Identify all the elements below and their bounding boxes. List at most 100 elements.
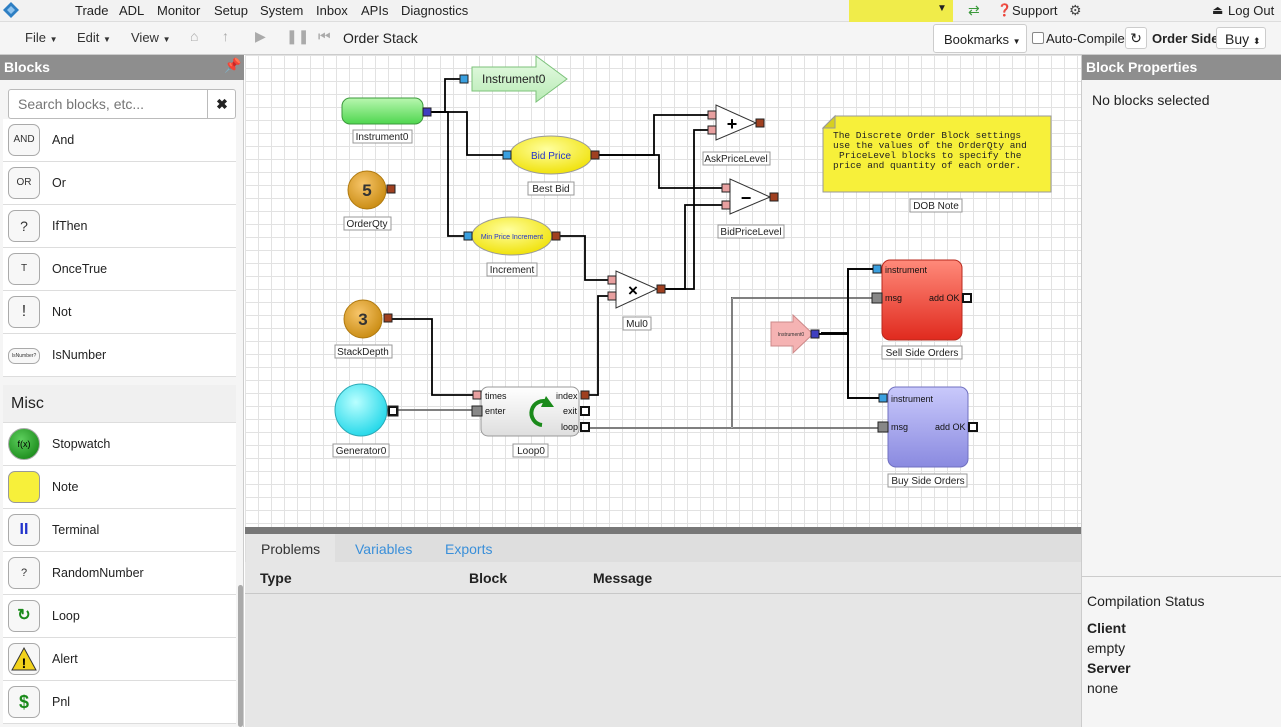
nav-monitor[interactable]: Monitor [157, 3, 200, 18]
output-port[interactable] [590, 150, 600, 160]
increment-block[interactable]: Min Price Increment Increment [463, 216, 561, 277]
palette-item-and[interactable]: AND And [3, 119, 236, 162]
column-type[interactable]: Type [260, 570, 292, 586]
orderqty-block[interactable]: 5 OrderQty [343, 170, 396, 231]
input-port[interactable] [502, 150, 512, 160]
wire [819, 333, 879, 399]
bookmarks-button[interactable]: Bookmarks ▼ [933, 24, 1027, 53]
input-port[interactable] [721, 183, 731, 193]
nav-inbox[interactable]: Inbox [316, 3, 348, 18]
auto-compile-checkbox[interactable] [1032, 32, 1044, 44]
output-port-center [390, 408, 396, 414]
output-port[interactable] [755, 118, 765, 128]
nav-setup[interactable]: Setup [214, 3, 248, 18]
instrument0-pink-block[interactable]: Instrument0 [770, 313, 820, 355]
palette-item-ifthen[interactable]: ? IfThen [3, 205, 236, 248]
misc-section-header[interactable]: Misc [3, 385, 236, 423]
input-port[interactable] [707, 125, 717, 135]
loop0-block[interactable]: times enter index exit loop Loop0 [471, 386, 590, 458]
input-port[interactable] [607, 275, 617, 285]
palette-scrollbar[interactable] [238, 585, 243, 727]
input-port[interactable] [707, 110, 717, 120]
view-menu[interactable]: View ▼ [131, 30, 171, 45]
output-port[interactable] [551, 231, 561, 241]
output-port[interactable] [422, 107, 432, 117]
search-input[interactable] [9, 90, 205, 118]
plus-icon: + [727, 114, 738, 134]
tab-exports[interactable]: Exports [430, 534, 507, 562]
support-link[interactable]: Support [1012, 3, 1058, 18]
sell-side-orders-block[interactable]: instrument msg add OK Sell Side Orders [871, 259, 972, 360]
generator0-block[interactable]: Generator0 [332, 383, 399, 458]
stackdepth-block[interactable]: 3 StackDepth [334, 299, 393, 359]
file-menu[interactable]: File ▼ [25, 30, 58, 45]
output-port[interactable] [769, 192, 779, 202]
ask-price-level-block[interactable]: + AskPriceLevel [702, 104, 771, 166]
panel-splitter[interactable] [245, 527, 1081, 534]
pause-icon[interactable]: ❚❚ [286, 28, 309, 45]
input-port[interactable] [721, 200, 731, 210]
palette-item-note[interactable]: Note [3, 466, 236, 509]
home-icon[interactable]: ⌂ [190, 28, 198, 44]
palette-item-loop[interactable]: ↻ Loop [3, 595, 236, 638]
msg-port[interactable] [871, 292, 883, 304]
palette-item-or[interactable]: OR Or [3, 162, 236, 205]
nav-trade[interactable]: Trade [75, 3, 108, 18]
port-center [582, 408, 588, 414]
play-icon[interactable]: ▶ [255, 28, 266, 45]
instrument0-block[interactable]: Instrument0 [341, 97, 432, 144]
loop-index-port[interactable] [580, 390, 590, 400]
output-port[interactable] [386, 184, 396, 194]
loop-enter-port[interactable] [471, 405, 483, 417]
nav-diagnostics[interactable]: Diagnostics [401, 3, 468, 18]
environment-selector[interactable]: ▼ [849, 0, 953, 22]
bid-price-level-block[interactable]: − BidPriceLevel [717, 178, 785, 239]
loop-times-port[interactable] [472, 390, 482, 400]
palette-item-stopwatch[interactable]: f(x) Stopwatch [3, 423, 236, 466]
instrument-port[interactable] [878, 393, 888, 403]
tab-problems[interactable]: Problems [246, 534, 336, 562]
step-back-icon[interactable]: ⏮ [318, 28, 331, 45]
pin-icon[interactable]: 📌 [224, 57, 241, 74]
arrow-up-icon[interactable]: ↑ [222, 28, 229, 44]
wire [431, 111, 466, 237]
instrument0-output-block[interactable]: Instrument0 [459, 55, 568, 103]
palette-item-alert[interactable]: ! Alert [3, 638, 236, 681]
gear-icon[interactable]: ⚙ [1069, 2, 1082, 19]
dob-note-block[interactable]: The Discrete Order Block settings use th… [821, 114, 1052, 213]
logout-link[interactable]: Log Out [1228, 3, 1274, 18]
nav-apis[interactable]: APIs [361, 3, 388, 18]
palette-item-randomnumber[interactable]: ? RandomNumber [3, 552, 236, 595]
nav-system[interactable]: System [260, 3, 303, 18]
wire [664, 204, 722, 290]
output-port[interactable] [810, 329, 820, 339]
order-side-select[interactable]: Buy ⬍ [1216, 27, 1266, 49]
clear-search-icon[interactable]: ✖ [207, 90, 236, 118]
palette-item-not[interactable]: ! Not [3, 291, 236, 334]
input-port[interactable] [463, 231, 473, 241]
updown-icon: ⬍ [1253, 36, 1261, 46]
output-port[interactable] [656, 284, 666, 294]
column-block[interactable]: Block [469, 570, 507, 586]
nav-adl[interactable]: ADL [119, 3, 144, 18]
input-port[interactable] [459, 74, 469, 84]
palette-item-isnumber[interactable]: IsNumber? IsNumber [3, 334, 236, 377]
msg-port[interactable] [877, 421, 889, 433]
algo-canvas[interactable]: Instrument0 Instrument0 5 OrderQty Bid P… [245, 55, 1081, 527]
palette-item-pnl[interactable]: $ Pnl [3, 681, 236, 724]
output-port[interactable] [383, 313, 393, 323]
best-bid-block[interactable]: Bid Price Best Bid [502, 135, 600, 196]
tab-variables[interactable]: Variables [340, 534, 427, 562]
instrument-port[interactable] [872, 264, 882, 274]
palette-item-oncetrue[interactable]: T OnceTrue [3, 248, 236, 291]
edit-menu[interactable]: Edit ▼ [77, 30, 111, 45]
generator0-label: Generator0 [336, 446, 387, 457]
app-logo-icon[interactable] [2, 1, 20, 19]
palette-item-terminal[interactable]: II Terminal [3, 509, 236, 552]
buy-side-orders-block[interactable]: instrument msg add OK Buy Side Orders [877, 386, 978, 488]
mul0-block[interactable]: × Mul0 [607, 270, 666, 331]
input-port[interactable] [607, 291, 617, 301]
swap-arrows-icon[interactable]: ⇄ [968, 2, 980, 19]
column-message[interactable]: Message [593, 570, 652, 586]
refresh-icon[interactable]: ↻ [1125, 27, 1147, 49]
